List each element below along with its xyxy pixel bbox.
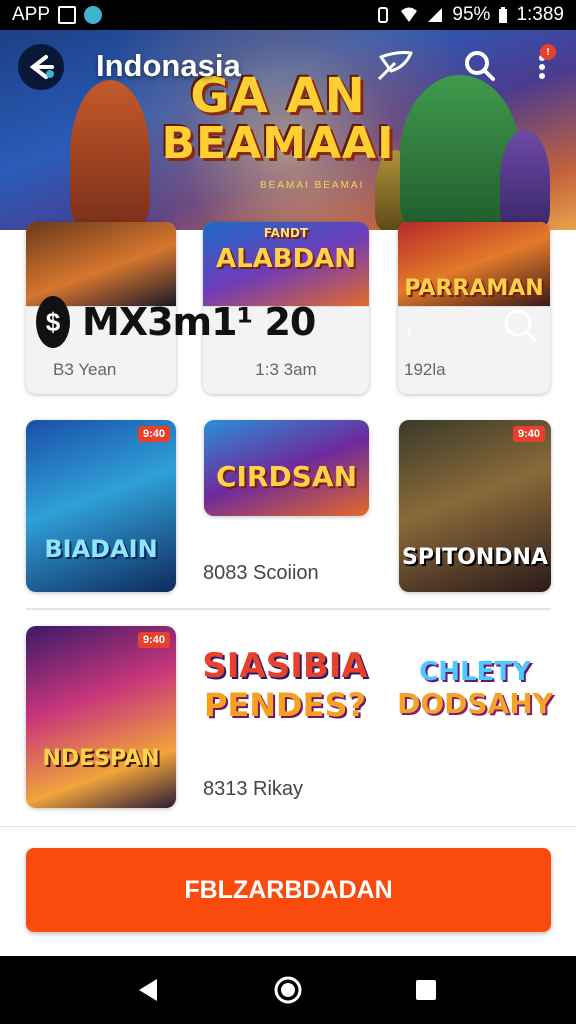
game-card-5[interactable]: CIRDSAN [204,420,369,516]
nav-recent-icon [416,980,436,1000]
feather-icon [377,51,413,81]
game-logo-siasibia[interactable]: SIASIBIA PENDES? [202,640,367,730]
card-art-label: BIADAIN [44,535,158,563]
system-nav-bar [0,956,576,1024]
game-card-art [26,222,176,306]
card3-overlay-icons: › [400,305,550,355]
game-logo-chlety[interactable]: CHLETY DODSAHY [397,648,553,728]
clock: 1:389 [516,4,564,25]
notification-badge: ! [540,44,556,60]
divider [26,608,551,610]
search-icon[interactable] [502,307,540,345]
logo-line2: DODSAHY [397,686,553,720]
signal-icon [428,8,443,22]
nav-home-button[interactable] [270,972,306,1008]
logo-line1: SIASIBIA [202,646,368,686]
price-text: MX3m1¹ 20 [82,300,316,344]
card-art-label: SPITONDNA [402,545,548,570]
gallery-icon [58,6,77,24]
game-card-art: FANDT ALABDAN [203,222,369,306]
game-card-6[interactable]: 9:40 SPITONDNA [399,420,551,592]
nav-back-icon [139,979,157,1001]
vibrate-icon [378,7,389,23]
feather-button[interactable] [376,46,416,86]
primary-action-button[interactable]: FBLZARBDADAN [26,848,551,932]
battery-icon [499,7,508,23]
card-tag: 9:40 [137,632,170,648]
nav-back-button[interactable] [130,972,166,1008]
currency-icon: $ [36,296,70,348]
card-tag: 9:40 [512,426,545,442]
logo-line1: CHLETY [419,656,531,687]
nav-home-icon [274,976,302,1004]
row2-caption: 8083 Scoiion [203,562,319,584]
card-art-label: PARRAMAN [404,276,544,301]
card-art-label: NDESPAN [42,746,160,771]
card-art-sublabel: FANDT [263,226,309,240]
game-card-7[interactable]: 9:40 NDESPAN [26,626,176,808]
back-arrow-icon [29,55,54,79]
status-bar: APP 95% 1:389 [0,0,576,30]
status-app-label: APP [12,4,51,25]
app-notification-icon [84,6,103,24]
chevron-right-icon: › [406,321,412,341]
logo-line2: PENDES? [203,686,367,724]
card-art-label: CIRDSAN [215,460,358,493]
page-title: Indonasia [96,48,241,83]
card-meta: B3 Yean [53,360,117,379]
game-card-art: PARRAMAN [398,222,550,306]
card-meta: 192la [404,360,446,379]
banner-character-kid [500,130,550,230]
nav-recent-button[interactable] [408,972,444,1008]
search-button[interactable] [459,46,499,86]
banner-subtitle: BEAMAI BEAMAI [260,180,365,191]
price-overlay: $ MX3m1¹ 20 [36,296,316,348]
back-button[interactable] [18,44,64,90]
search-icon [465,51,495,81]
banner-title-line2: BEAMAAI [161,118,395,169]
game-card-4[interactable]: 9:40 BIADAIN [26,420,176,592]
card-tag: 9:40 [137,426,170,442]
card-meta: 1:3 3am [255,360,317,379]
divider [0,826,576,827]
battery-text: 95% [452,4,491,25]
card-art-label: ALABDAN [215,244,357,274]
wifi-icon [401,7,418,22]
row3-caption: 8313 Rikay [203,778,304,800]
